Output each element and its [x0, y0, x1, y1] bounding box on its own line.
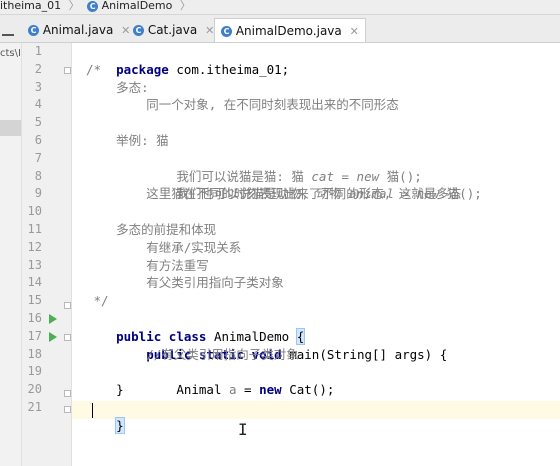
collapse-icon[interactable] [2, 34, 14, 36]
line-number: 19 [27, 364, 42, 379]
code-line-3: 多态: [86, 79, 149, 95]
code-line-17: public static void main(String[] args) { [86, 328, 447, 362]
code-line-8: 我们也可以说猫是动物, 动物 animal = new 猫(); [86, 168, 482, 201]
code-line-9: 这里猫在不同的时刻表现出来了不同的形态, 这就是多态 [86, 186, 462, 202]
code-line-19: Animal a = new Cat(); [86, 363, 334, 397]
code-line-15: */ [86, 293, 109, 309]
current-line-highlight [72, 401, 560, 419]
breadcrumb: itheima_01 〉 C AnimalDemo 〉 [0, 0, 560, 15]
project-panel-edge[interactable]: cts\I [0, 43, 22, 466]
line-number: 8 [34, 168, 42, 183]
fold-icon[interactable] [64, 390, 71, 397]
code-line-7: 我们可以说猫是猫: 猫 cat = new 猫(); [86, 150, 421, 184]
mouse-ibeam-icon: I [238, 420, 248, 439]
line-number: 3 [34, 79, 42, 94]
code-line-18: //有父类引用指向子类对象 [86, 346, 299, 362]
fold-icon[interactable] [64, 302, 71, 309]
line-number: 12 [27, 239, 42, 254]
tab-label: Cat.java [147, 23, 198, 37]
line-number: 17 [27, 328, 42, 343]
line-number: 9 [34, 186, 42, 201]
fold-icon[interactable] [64, 406, 71, 413]
matched-brace: } [115, 416, 125, 434]
line-number: 11 [27, 222, 42, 236]
text-caret [92, 403, 93, 418]
code-text: com.itheima_01; [168, 61, 290, 77]
breadcrumb-separator: 〉 [179, 0, 191, 12]
code-text: main(String[] args) { [281, 346, 448, 362]
line-number: 18 [27, 346, 42, 361]
tab-animal-java[interactable]: C Animal.java ✕ [22, 18, 136, 42]
code-text: Cat(); [281, 382, 335, 398]
code-line-14: 有父类引用指向子类对象 [86, 275, 284, 291]
line-number: 2 [34, 61, 42, 76]
tab-cat-java[interactable]: C Cat.java ✕ [127, 18, 220, 42]
line-number: 4 [34, 97, 42, 112]
tab-label: Animal.java [42, 23, 114, 37]
code-line-1: package com.itheima_01; [86, 43, 289, 77]
code-line-12: 有继承/实现关系 [86, 239, 242, 255]
fold-icon[interactable] [64, 334, 71, 341]
code-line-11: 多态的前提和体现 [86, 222, 217, 237]
project-path-fragment: cts\I [0, 48, 21, 59]
fold-icon[interactable] [64, 67, 71, 74]
editor-tab-bar: C Animal.java ✕ C Cat.java ✕ C AnimalDem… [0, 15, 560, 43]
unused-variable: a [229, 382, 237, 398]
keyword: new [259, 382, 282, 398]
breadcrumb-project[interactable]: itheima_01 [0, 0, 61, 12]
class-icon: C [221, 26, 232, 37]
breadcrumb-file[interactable]: AnimalDemo [102, 0, 173, 12]
code-text: Animal [116, 382, 229, 398]
line-number: 1 [34, 44, 42, 58]
code-line-2: /* [86, 61, 102, 77]
tab-label: AnimalDemo.java [235, 24, 342, 38]
line-number: 7 [34, 150, 42, 165]
class-icon: C [87, 0, 99, 12]
line-number: 6 [34, 133, 42, 147]
line-number: 16 [27, 311, 42, 325]
tab-animaldemo-java[interactable]: C AnimalDemo.java ✕ [214, 18, 366, 42]
line-number: 15 [27, 293, 42, 308]
keyword: package [116, 61, 169, 77]
line-number: 20 [27, 382, 42, 397]
code-text: = [236, 382, 260, 398]
breadcrumb-separator: 〉 [68, 0, 80, 12]
run-class-icon[interactable] [49, 314, 57, 324]
selected-tree-item[interactable] [0, 120, 21, 136]
line-number: 13 [27, 257, 42, 272]
code-editor[interactable]: package com.itheima_01; /* 多态: 同一个对象, 在不… [86, 43, 560, 434]
code-line-4: 同一个对象, 在不同时刻表现出来的不同形态 [86, 97, 399, 113]
class-icon: C [28, 25, 39, 36]
line-number: 5 [34, 115, 42, 130]
code-line-6: 举例: 猫 [86, 133, 169, 148]
class-icon: C [133, 25, 144, 36]
close-icon[interactable]: ✕ [350, 25, 359, 38]
line-number: 21 [27, 400, 42, 414]
close-icon[interactable]: ✕ [205, 24, 214, 37]
line-number: 14 [27, 275, 42, 290]
line-number: 10 [27, 204, 42, 219]
code-line-13: 有方法重写 [86, 257, 209, 273]
code-line-16: public class AnimalDemo { [86, 310, 306, 345]
run-main-icon[interactable] [49, 332, 57, 342]
code-line-20: } [86, 382, 124, 398]
